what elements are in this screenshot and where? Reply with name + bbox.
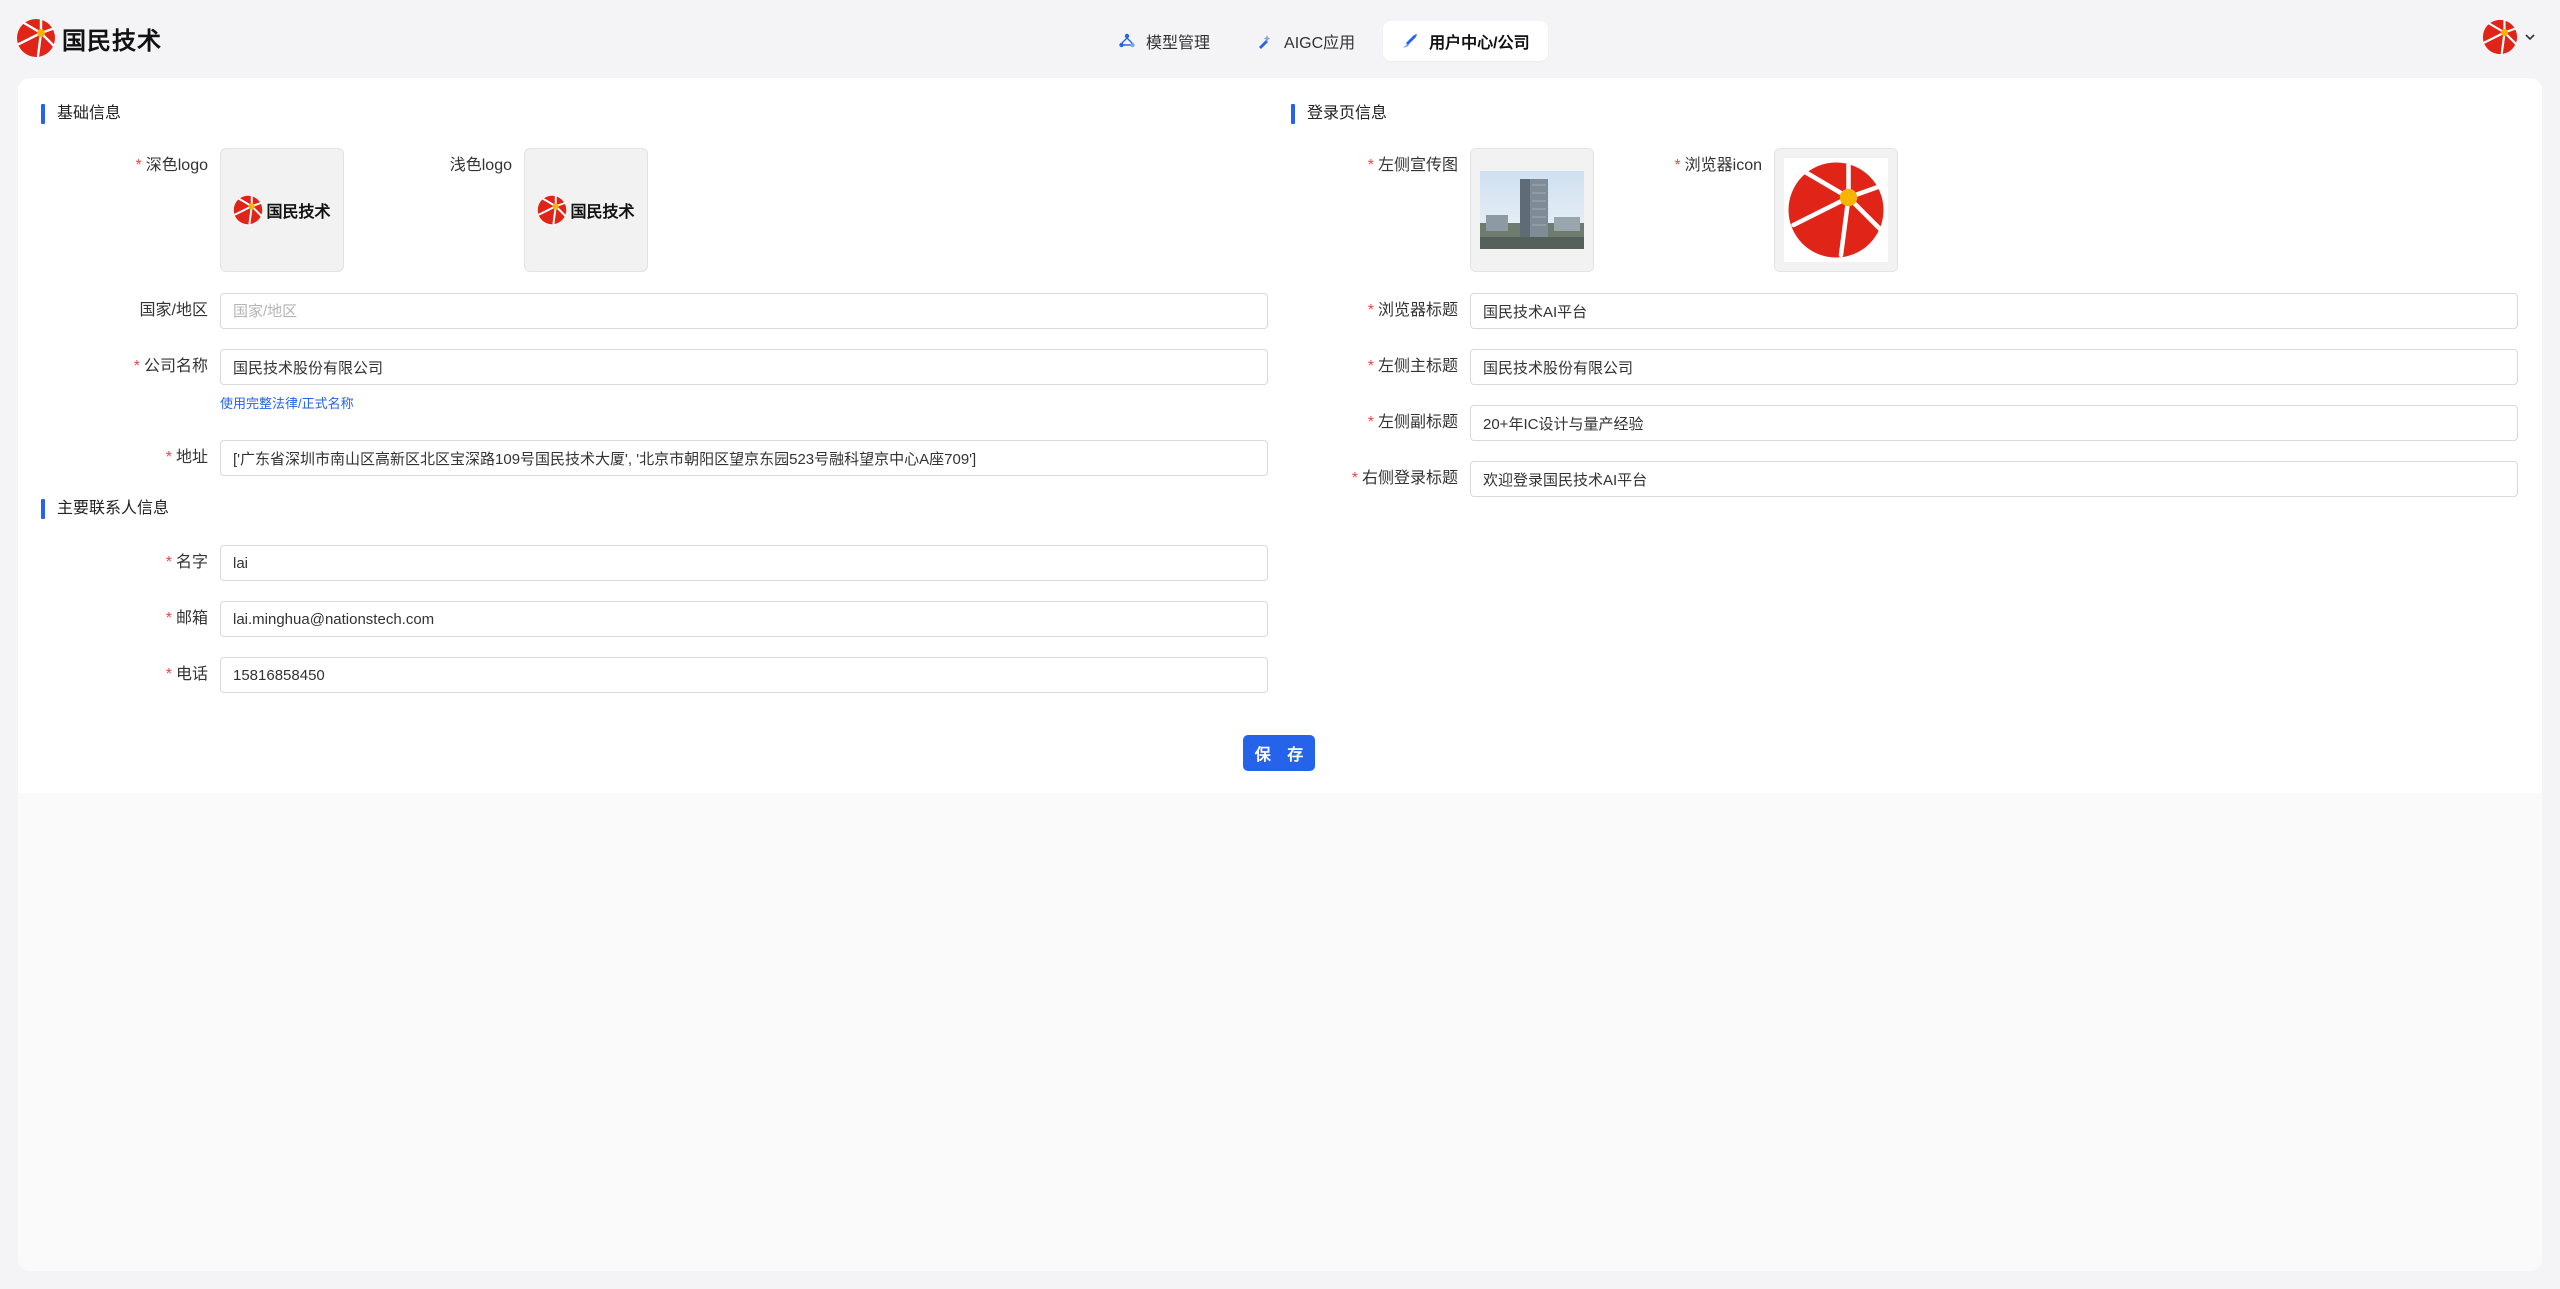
- avatar: [2482, 19, 2518, 55]
- contact-name-label: * 名字: [58, 545, 208, 581]
- required-mark: *: [165, 610, 172, 627]
- company-logo-icon: [538, 195, 568, 225]
- left-subtitle-label: * 左侧副标题: [1308, 405, 1458, 441]
- user-menu[interactable]: [2482, 19, 2536, 55]
- banner-upload[interactable]: [1470, 148, 1594, 272]
- required-mark: *: [165, 666, 172, 683]
- tab-label: AIGC应用: [1284, 35, 1356, 52]
- address-label: * 地址: [58, 440, 208, 476]
- section-contact-info: 主要联系人信息: [41, 499, 169, 519]
- label-text: 邮箱: [175, 610, 208, 627]
- required-mark: *: [165, 449, 172, 466]
- country-input[interactable]: [220, 293, 1268, 329]
- banner-label: * 左侧宣传图: [1308, 148, 1458, 184]
- company-name-label: * 公司名称: [58, 349, 208, 385]
- required-mark: *: [1351, 470, 1358, 487]
- label-text: 名字: [175, 554, 208, 571]
- chevron-down-icon: [2525, 34, 2535, 41]
- tab-user-center[interactable]: 用户中心/公司: [1383, 21, 1548, 61]
- required-mark: *: [133, 358, 140, 375]
- section-login-info: 登录页信息: [1291, 104, 1387, 124]
- label-text: 右侧登录标题: [1361, 470, 1458, 487]
- browser-icon-preview: [1784, 158, 1888, 262]
- dark-logo-label: * 深色logo: [58, 148, 209, 184]
- right-login-title-label: * 右侧登录标题: [1308, 461, 1458, 497]
- tab-label: 模型管理: [1146, 35, 1211, 52]
- save-button[interactable]: 保 存: [1243, 735, 1315, 771]
- label-text: 浅色logo: [449, 157, 512, 174]
- company-name-input[interactable]: [220, 349, 1268, 385]
- user-center-icon: [1403, 34, 1418, 48]
- company-logo-icon: [234, 195, 264, 225]
- browser-title-label: * 浏览器标题: [1308, 293, 1458, 329]
- phone-label: * 电话: [58, 657, 208, 693]
- label-text: 左侧宣传图: [1377, 157, 1458, 174]
- right-login-title-input[interactable]: [1470, 461, 2518, 497]
- main-nav: 模型管理 AIGC应用 用户中心/公司: [1100, 21, 1548, 61]
- address-input[interactable]: [220, 440, 1268, 476]
- label-text: 左侧主标题: [1377, 358, 1458, 375]
- top-header: 国民技术 模型管理 AIGC应用 用户中心/公司: [0, 0, 2560, 78]
- label-text: 地址: [175, 449, 208, 466]
- label-text: 左侧副标题: [1377, 414, 1458, 431]
- dark-logo-upload[interactable]: 国民技术: [220, 148, 344, 272]
- light-logo-preview: 国民技术: [537, 195, 635, 225]
- company-logo-icon: [17, 18, 56, 58]
- section-title-text: 主要联系人信息: [57, 500, 170, 517]
- label-text: 浏览器标题: [1377, 302, 1458, 319]
- logo-text: 国民技术: [570, 204, 635, 221]
- form-area: 基础信息 * 深色logo 国民技术 浅色logo 国民技术 国家/地区 国家/…: [18, 78, 2542, 793]
- brand[interactable]: 国民技术: [16, 18, 162, 58]
- label-text: 公司名称: [143, 358, 208, 375]
- required-mark: *: [1367, 302, 1374, 319]
- browser-icon-upload[interactable]: [1774, 148, 1898, 272]
- aigc-icon: [1259, 35, 1271, 49]
- required-mark: *: [1367, 157, 1374, 174]
- required-mark: *: [1367, 414, 1374, 431]
- section-basic-info: 基础信息: [41, 104, 121, 124]
- building-photo: [1480, 171, 1584, 249]
- label-text: 电话: [175, 666, 208, 683]
- country-label: 国家/地区: [58, 293, 208, 329]
- phone-input[interactable]: [220, 657, 1268, 693]
- company-name-help: 使用完整法律/正式名称: [220, 396, 354, 411]
- label-text: 浏览器icon: [1684, 157, 1762, 174]
- contact-name-input[interactable]: [220, 545, 1268, 581]
- required-mark: *: [1674, 157, 1681, 174]
- label-text: 深色logo: [145, 157, 208, 174]
- logo-text: 国民技术: [266, 204, 331, 221]
- browser-title-input[interactable]: [1470, 293, 2518, 329]
- brand-name: 国民技术: [62, 27, 162, 55]
- email-label: * 邮箱: [58, 601, 208, 637]
- required-mark: *: [135, 157, 142, 174]
- light-logo-upload[interactable]: 国民技术: [524, 148, 648, 272]
- model-icon: [1119, 33, 1135, 48]
- tab-label: 用户中心/公司: [1429, 35, 1530, 52]
- browser-icon-label: * 浏览器icon: [1612, 148, 1762, 184]
- tab-model-management[interactable]: 模型管理: [1100, 21, 1228, 61]
- dark-logo-preview: 国民技术: [233, 195, 331, 225]
- required-mark: *: [1367, 358, 1374, 375]
- section-title-text: 基础信息: [57, 105, 122, 122]
- company-settings-panel: 基础信息 * 深色logo 国民技术 浅色logo 国民技术 国家/地区 国家/…: [18, 78, 2542, 1271]
- section-title-text: 登录页信息: [1307, 105, 1388, 122]
- tab-aigc[interactable]: AIGC应用: [1238, 21, 1373, 61]
- left-subtitle-input[interactable]: [1470, 405, 2518, 441]
- email-input[interactable]: [220, 601, 1268, 637]
- label-text: 国家/地区: [139, 302, 208, 319]
- company-logo-icon: [1788, 162, 1886, 258]
- light-logo-label: 浅色logo: [362, 148, 512, 184]
- left-main-title-input[interactable]: [1470, 349, 2518, 385]
- required-mark: *: [165, 554, 172, 571]
- left-main-title-label: * 左侧主标题: [1308, 349, 1458, 385]
